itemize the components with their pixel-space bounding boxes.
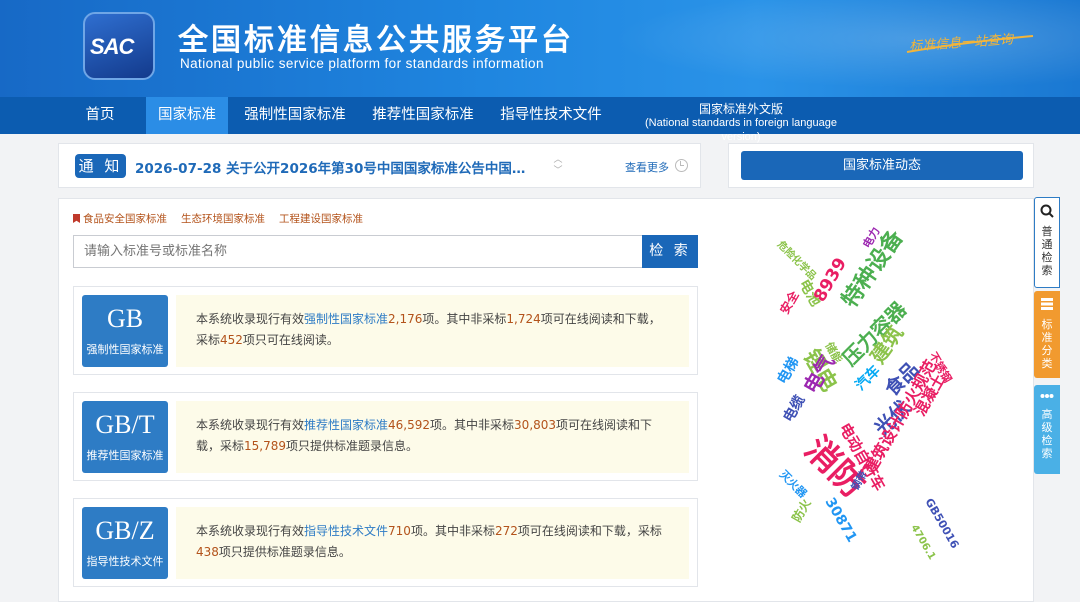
standard-badge-gbt[interactable]: GB/T 推荐性国家标准 <box>82 401 168 473</box>
side-tab-advanced-search[interactable]: 高级检索 <box>1034 385 1060 474</box>
nav-mandatory-standards[interactable]: 强制性国家标准 <box>236 97 354 134</box>
desc-link[interactable]: 指导性技术文件 <box>304 524 388 538</box>
more-dots-icon <box>1040 394 1054 398</box>
desc-text: 项。其中非采标 <box>422 312 507 326</box>
standards-dynamics-button[interactable]: 国家标准动态 <box>741 151 1023 180</box>
desc-text: 项只可在线阅读。 <box>242 333 339 347</box>
chevron-down-icon[interactable]: ﹀ <box>552 166 564 177</box>
standard-type-name: 强制性国家标准 <box>86 343 164 356</box>
desc-count: 15,789 <box>244 439 287 453</box>
slogan-logo: 标准信息一站查询 <box>905 28 1035 58</box>
desc-link[interactable]: 强制性国家标准 <box>304 312 388 326</box>
quick-link-construction[interactable]: 工程建设国家标准 <box>279 213 363 225</box>
hot-keyword-cloud: 危险化学品 电力 电池 8939 特种设备 安全 储能 压力容器 锂电 建筑 不锈钢 电梯 电气 汽车 食品… <box>765 205 995 575</box>
keyword-tag[interactable]: 灭火器 <box>776 467 810 501</box>
desc-text: 本系统收录现行有效 <box>196 312 305 326</box>
side-tab-label: 高级检索 <box>1041 408 1053 460</box>
nav-national-standards[interactable]: 国家标准 <box>146 97 228 134</box>
standard-card-gb: GB 强制性国家标准 本系统收录现行有效强制性国家标准2,176项。其中非采标1… <box>73 286 698 375</box>
desc-count: 272 <box>494 524 518 538</box>
desc-count: 438 <box>196 545 219 559</box>
nav-foreign-language-standards[interactable]: 国家标准外文版 (National standards in foreign l… <box>624 97 858 143</box>
side-tab-label: 标准分类 <box>1041 318 1053 370</box>
side-tab-basic-search[interactable]: 普通检索 <box>1034 197 1060 288</box>
desc-text: 项只提供标准题录信息。 <box>286 439 419 453</box>
desc-count: 1,724 <box>506 312 541 326</box>
keyword-tag[interactable]: 4706.1 <box>908 523 937 562</box>
search-button[interactable]: 检 索 <box>642 235 698 268</box>
sac-logo[interactable]: SAC <box>83 12 155 80</box>
standard-type-name: 推荐性国家标准 <box>86 449 164 462</box>
desc-text: 项只提供标准题录信息。 <box>218 545 351 559</box>
notice-more-link[interactable]: 查看更多 <box>625 159 669 175</box>
desc-count: 30,803 <box>514 418 557 432</box>
standard-badge-gbz[interactable]: GB/Z 指导性技术文件 <box>82 507 168 579</box>
word-cloud-svg: 危险化学品电力电池8939特种设备安全储能压力容器锂电建筑 不锈钢电梯电气 汽车食品… <box>774 224 962 562</box>
desc-text: 项。其中非采标 <box>410 524 495 538</box>
search-icon <box>1040 204 1054 218</box>
site-title: 全国标准信息公共服务平台 <box>178 23 574 58</box>
site-header: SAC 全国标准信息公共服务平台 National public service… <box>0 0 1080 97</box>
desc-text: 项。其中非采标 <box>430 418 515 432</box>
desc-text: 本系统收录现行有效 <box>196 524 305 538</box>
keyword-tag[interactable]: 电梯 <box>774 354 803 387</box>
desc-link[interactable]: 推荐性国家标准 <box>304 418 388 432</box>
clock-icon <box>675 159 688 172</box>
main-nav: 首页 国家标准 强制性国家标准 推荐性国家标准 指导性技术文件 国家标准外文版 … <box>0 97 1080 143</box>
bookmark-icon <box>73 214 80 223</box>
standard-description: 本系统收录现行有效推荐性国家标准46,592项。其中非采标30,803项可在线阅… <box>176 401 689 473</box>
standard-description: 本系统收录现行有效指导性技术文件710项。其中非采标272项可在线阅读和下载，采… <box>176 507 689 579</box>
standard-type-name: 指导性技术文件 <box>86 555 164 568</box>
notice-badge: 通 知 <box>75 154 126 178</box>
keyword-tag[interactable]: 防火 <box>789 495 814 524</box>
desc-count: 46,592 <box>388 418 431 432</box>
nav-foreign-sublabel: (National standards in foreign language … <box>644 117 838 143</box>
quick-link-ecology[interactable]: 生态环境国家标准 <box>181 213 265 225</box>
desc-count: 2,176 <box>388 312 423 326</box>
notice-bar: 通 知 2026-07-28 关于公开2026年第30号中国国家标准公告中国家标… <box>58 143 701 188</box>
search-input[interactable] <box>73 235 642 268</box>
standard-code: GB/T <box>95 410 155 439</box>
standard-code: GB/Z <box>95 516 155 545</box>
site-subtitle: National public service platform for sta… <box>180 56 544 71</box>
standard-card-gbt: GB/T 推荐性国家标准 本系统收录现行有效推荐性国家标准46,592项。其中非… <box>73 392 698 481</box>
desc-text: 项可在线阅读和下载，采标 <box>517 524 662 538</box>
chevron-up-icon[interactable]: ︿ <box>552 155 564 166</box>
side-tab-label: 普通检索 <box>1041 225 1053 277</box>
nav-home[interactable]: 首页 <box>70 97 130 134</box>
standard-badge-gb[interactable]: GB 强制性国家标准 <box>82 295 168 367</box>
quick-links: 食品安全国家标准 生态环境国家标准 工程建设国家标准 <box>73 211 377 226</box>
nav-recommended-standards[interactable]: 推荐性国家标准 <box>364 97 482 134</box>
keyword-tag[interactable]: 30871 <box>822 495 860 545</box>
keyword-tag[interactable]: 安全 <box>777 287 802 316</box>
logo-text: SAC <box>90 34 134 59</box>
quick-link-food-safety[interactable]: 食品安全国家标准 <box>83 213 167 225</box>
side-tab-classification[interactable]: 标准分类 <box>1034 291 1060 378</box>
standard-code: GB <box>106 304 144 333</box>
notice-scroll-arrows[interactable]: ︿ ﹀ <box>552 155 564 179</box>
grid-list-icon <box>1041 298 1053 310</box>
standard-card-gbz: GB/Z 指导性技术文件 本系统收录现行有效指导性技术文件710项。其中非采标2… <box>73 498 698 587</box>
keyword-tag[interactable]: 危险化学品 <box>775 238 820 283</box>
nav-foreign-label: 国家标准外文版 <box>698 102 783 116</box>
desc-text: 本系统收录现行有效 <box>196 418 305 432</box>
keyword-tag[interactable]: 电缆 <box>780 392 809 425</box>
nav-guidance-documents[interactable]: 指导性技术文件 <box>492 97 610 134</box>
dynamics-panel: 国家标准动态 <box>728 143 1034 188</box>
desc-count: 710 <box>388 524 411 538</box>
desc-count: 452 <box>220 333 243 347</box>
standard-description: 本系统收录现行有效强制性国家标准2,176项。其中非采标1,724项可在线阅读和… <box>176 295 689 367</box>
notice-link[interactable]: 2026-07-28 关于公开2026年第30号中国国家标准公告中国家标准文本的… <box>135 157 527 177</box>
